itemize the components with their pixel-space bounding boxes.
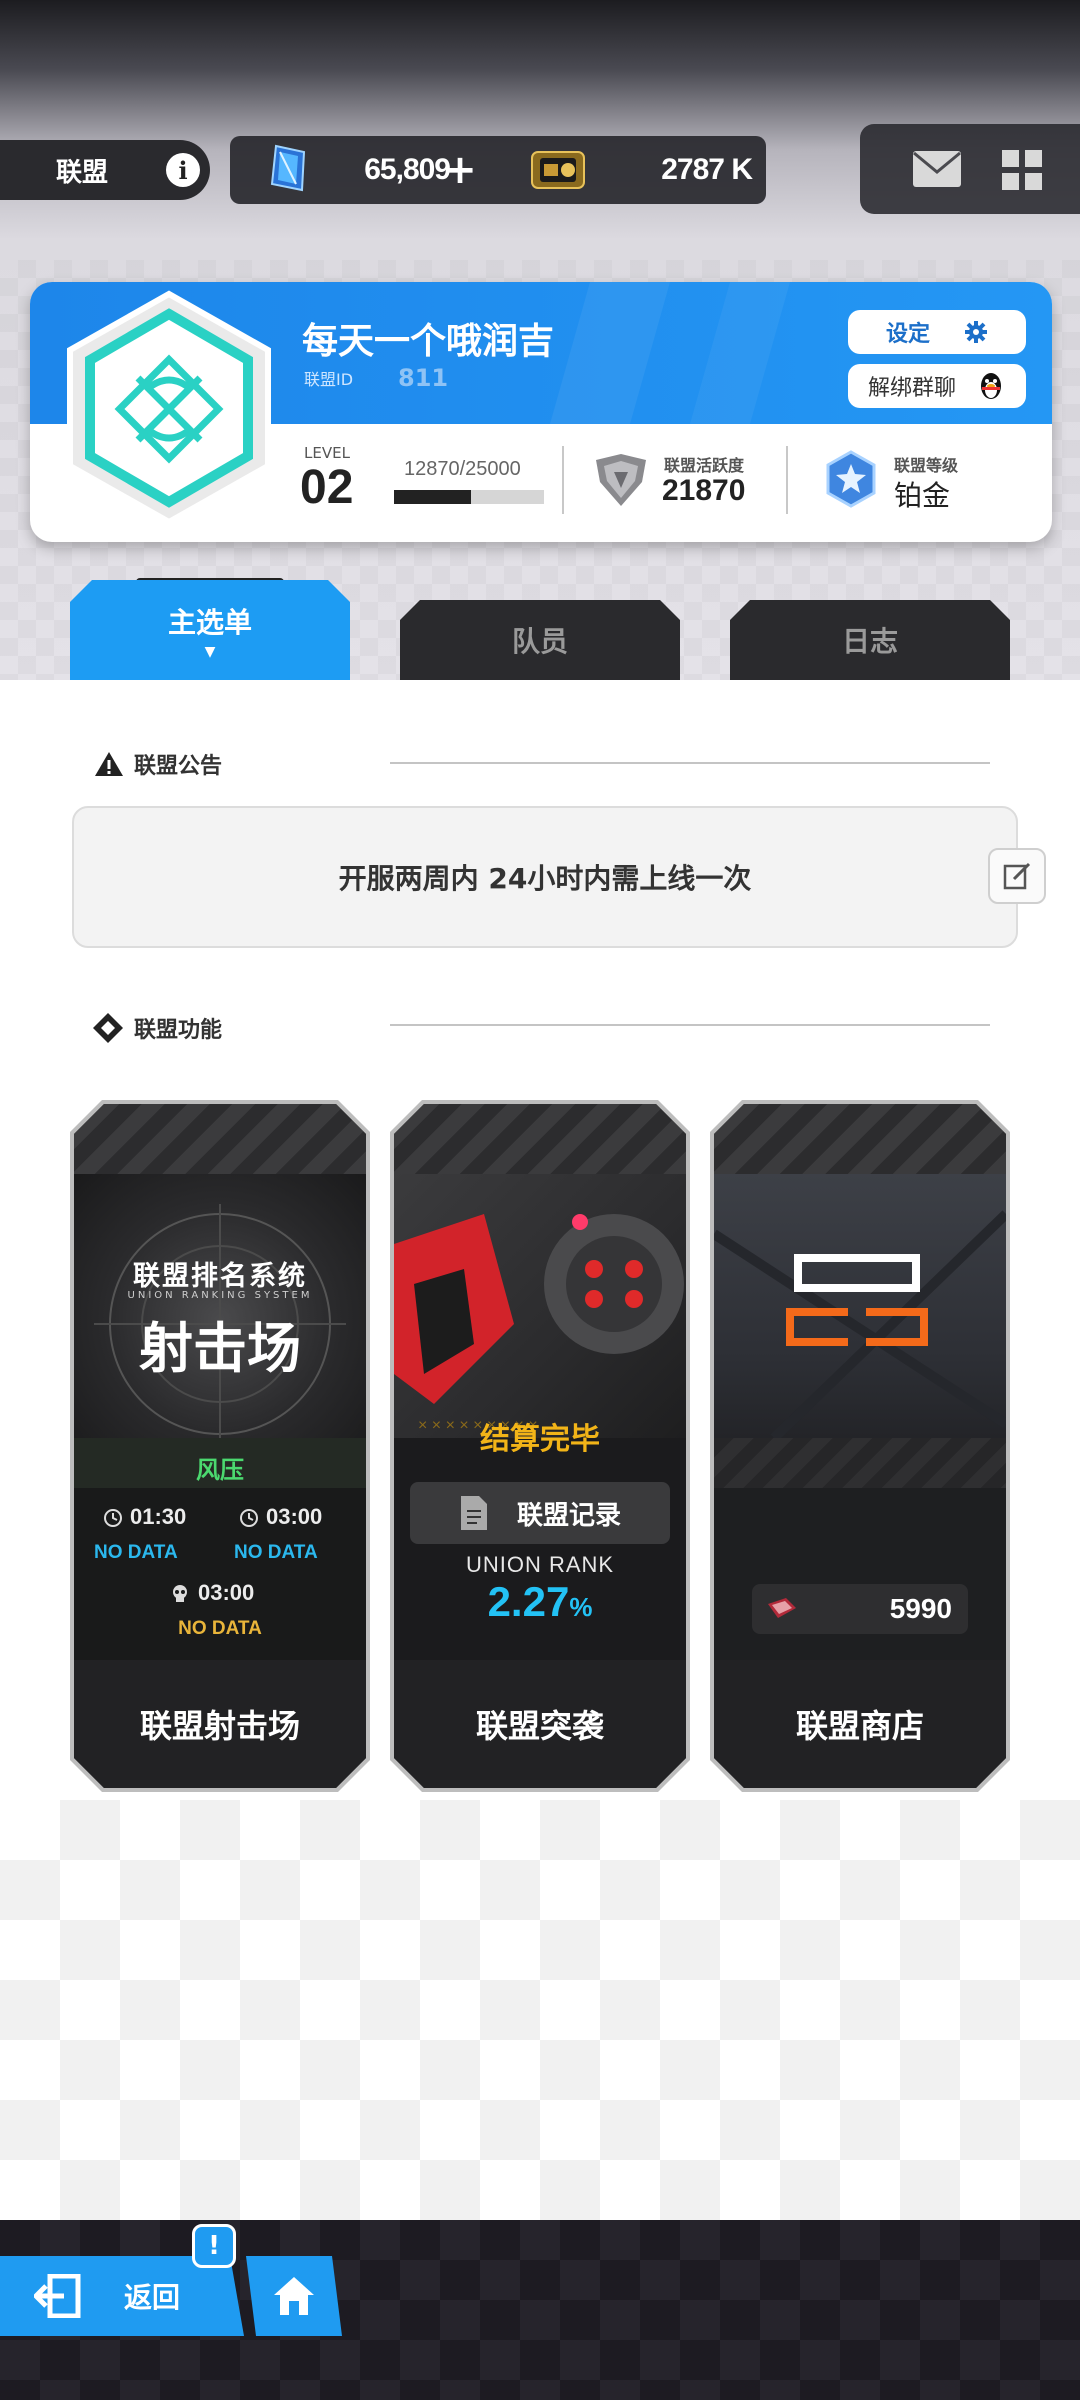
exp-progress-bar [394,490,544,504]
union-rank-unit: % [569,1592,593,1622]
top-right-tools [860,124,1080,214]
range-time-2: 03:00 [266,1504,323,1529]
shop-currency-display: 5990 [752,1584,968,1634]
edit-announcement-button[interactable] [988,848,1046,904]
raid-card[interactable]: × × × × × × × × × 结算完毕 联盟记录 UNION RANK 2… [394,1104,686,1788]
menu-grid-icon[interactable] [1002,150,1042,190]
coin-count: 2787 K [661,153,753,186]
raid-status: 结算完毕 [480,1422,600,1457]
diamond-icon [93,1013,123,1043]
add-gems-button[interactable]: + [440,146,480,194]
union-token-icon [766,1596,798,1622]
hazard-stripe [74,1104,366,1174]
announcement-title: 联盟公告 [134,754,223,779]
section-divider [390,1024,990,1026]
hazard-stripe [394,1104,686,1174]
rank-badge-icon [826,450,876,508]
range-banner-subtitle: UNION RANKING SYSTEM [127,1290,313,1301]
qq-penguin-icon [981,373,1001,399]
warning-icon [95,752,123,776]
activity-value: 21870 [662,474,746,507]
unbind-chat-button[interactable]: 解绑群聊 [848,364,1026,408]
shooting-range-card[interactable]: 联盟排名系统 UNION RANKING SYSTEM 射击场 风压 01:30… [74,1104,366,1788]
hazard-stripe [714,1104,1006,1174]
shooting-range-title: 联盟射击场 [74,1660,366,1788]
section-divider [390,762,990,764]
union-id-label: 联盟ID [304,370,354,389]
raid-banner: × × × × × × × × × [394,1174,686,1438]
back-label: 返回 [124,2281,181,2314]
level-value: 02 [300,461,354,514]
shop-title: 联盟商店 [714,1660,1006,1788]
home-icon [274,2277,314,2315]
shop-logo-icon [714,1174,1006,1438]
shop-banner [714,1174,1006,1438]
mail-icon[interactable] [912,150,962,188]
announcement-box: 开服两周内 24小时内需上线一次 [72,806,1018,948]
back-button[interactable]: 返回 [0,2256,244,2336]
tab-members[interactable]: 队员 [400,600,680,680]
features-title: 联盟功能 [134,1018,223,1043]
unbind-label: 解绑群聊 [867,376,956,401]
checker-background [0,1800,1080,2220]
skull-icon [168,1582,192,1606]
tab-log[interactable]: 日志 [730,600,1010,680]
credit-chip-icon [531,151,585,189]
union-rank-number: 2.27 [487,1578,570,1625]
exp-text: 12870/25000 [404,458,521,480]
alert-badge[interactable]: ! [192,2224,236,2268]
union-id-value: 811 [398,364,449,392]
range-info-panel: 风压 01:30 03:00 NO DATA NO DATA 03:00 NO … [74,1438,366,1660]
features-header: 联盟功能 [92,1008,222,1048]
alarm-clock-icon [238,1506,260,1528]
info-icon[interactable]: i [166,153,200,187]
activity-shield-icon [596,454,646,506]
rank-label: 联盟等级 [894,456,959,475]
union-rank-value: 2.27% [394,1578,686,1626]
range-nodata-1: NO DATA [94,1542,178,1563]
activity-label: 联盟活跃度 [664,456,745,475]
exit-icon [34,2274,81,2318]
shop-currency-value: 5990 [889,1593,952,1624]
alarm-clock-icon [102,1506,124,1528]
tab-members-label: 队员 [511,625,568,658]
gem-icon [270,144,306,192]
range-time-3: 03:00 [198,1580,255,1605]
union-name: 每天一个哦润吉 [302,321,555,362]
home-button[interactable] [246,2256,342,2336]
document-icon [459,1494,489,1532]
union-record-label: 联盟记录 [516,1500,621,1531]
exp-progress-fill [394,490,472,504]
range-nodata-3: NO DATA [178,1618,262,1639]
hazard-stripe [714,1438,1006,1488]
gear-icon [965,321,987,343]
union-record-button[interactable]: 联盟记录 [410,1482,670,1544]
raid-title: 联盟突袭 [394,1660,686,1788]
announcement-header: 联盟公告 [94,744,222,784]
rank-value: 铂金 [894,479,951,512]
raid-boss-art: × × × × × × × × × [394,1174,686,1438]
settings-label: 设定 [885,322,930,347]
tab-main-menu-label: 主选单 [167,606,252,639]
union-emblem-icon [67,290,271,526]
settings-button[interactable]: 设定 [848,310,1026,354]
union-rank-label: UNION RANK [465,1552,615,1577]
range-time-1: 01:30 [130,1504,187,1529]
caret-down-icon: ▼ [204,644,216,660]
range-banner-title: 联盟排名系统 [133,1261,307,1292]
gem-count: 65,809 [364,153,451,186]
tab-main-menu[interactable]: 主选单 ▼ [70,580,350,680]
edit-icon [1003,862,1031,890]
stat-divider [562,446,564,514]
announcement-text: 开服两周内 24小时内需上线一次 [338,862,752,895]
range-banner-big: 射击场 [139,1317,301,1380]
stat-divider [786,446,788,514]
shop-card[interactable]: 5990 联盟商店 [714,1104,1006,1788]
range-nodata-2: NO DATA [234,1542,318,1563]
range-mode: 风压 [196,1457,244,1484]
tab-log-label: 日志 [841,625,898,658]
